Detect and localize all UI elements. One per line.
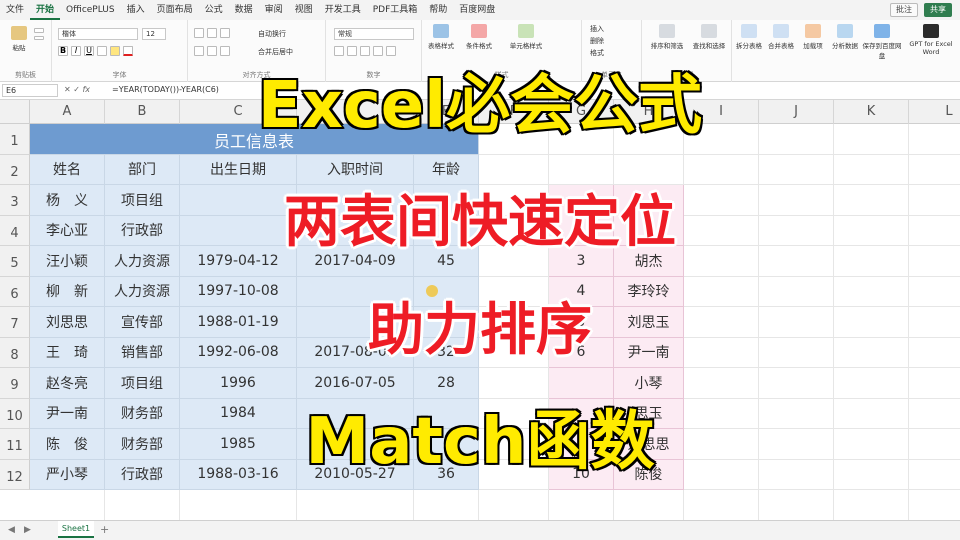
overlay-subtitle-2: 助力排序 — [368, 298, 592, 363]
increase-decimal-icon[interactable] — [373, 46, 383, 56]
menu-item-11[interactable]: 帮助 — [423, 0, 453, 20]
menu-item-0[interactable]: 文件 — [0, 0, 30, 20]
find-select-icon — [701, 24, 717, 38]
format-cells-button[interactable]: 格式 — [590, 48, 604, 58]
paste-button[interactable]: 粘贴 — [4, 26, 34, 52]
wrap-text-button[interactable]: 自动换行 — [258, 29, 286, 39]
table-style-icon — [433, 24, 449, 38]
cell-style-icon — [518, 24, 534, 38]
analyze-data-icon — [837, 24, 853, 38]
side-table-cell[interactable] — [549, 368, 614, 399]
table-data-cell[interactable]: 28 — [414, 368, 479, 399]
tab-next-icon[interactable]: ▶ — [24, 525, 31, 535]
menu-item-10[interactable]: PDF工具箱 — [367, 0, 424, 20]
overlay-title: Excel必会公式 — [256, 68, 703, 145]
merge-center-button[interactable]: 合并后居中 — [258, 47, 293, 57]
table-header-cell[interactable]: 姓名 — [30, 154, 105, 185]
percent-icon[interactable] — [347, 46, 357, 56]
menu-item-1[interactable]: 开始 — [30, 0, 61, 20]
menu-item-7[interactable]: 审阅 — [259, 0, 289, 20]
split-table-icon — [741, 24, 757, 38]
mouse-cursor-icon — [426, 284, 438, 297]
table-header-cell[interactable]: 出生日期 — [180, 154, 297, 185]
menu-item-8[interactable]: 视图 — [289, 0, 319, 20]
number-format-select[interactable]: 常规 — [334, 28, 414, 40]
paste-icon — [11, 26, 27, 40]
menu-item-3[interactable]: 插入 — [121, 0, 151, 20]
font-style-tools: B I U — [58, 46, 133, 58]
align-left-icon[interactable] — [194, 46, 204, 56]
menu-item-6[interactable]: 数据 — [229, 0, 259, 20]
table-header-cell[interactable]: 年龄 — [414, 154, 479, 185]
cloud-icon — [874, 24, 890, 38]
align-center-icon[interactable] — [207, 46, 217, 56]
number-format-tools — [334, 46, 396, 58]
merge-table-icon — [773, 24, 789, 38]
sort-filter-icon — [659, 24, 675, 38]
border-icon[interactable] — [97, 46, 107, 56]
menu-item-12[interactable]: 百度网盘 — [453, 0, 501, 20]
italic-icon[interactable]: I — [71, 46, 81, 56]
table-data-cell[interactable]: 赵冬亮 — [30, 368, 105, 399]
gpt-icon — [923, 24, 939, 38]
sort-filter-button[interactable]: 排序和筛选 — [648, 24, 686, 50]
addins-button[interactable]: 加载项 — [798, 24, 828, 50]
overlay-function-name: Match函数 — [304, 404, 656, 481]
menu-item-9[interactable]: 开发工具 — [319, 0, 367, 20]
conditional-format-icon — [471, 24, 487, 38]
horizontal-align-tools — [194, 46, 230, 58]
analyze-data-button[interactable]: 分析数据 — [830, 24, 860, 50]
menu-item-2[interactable]: OfficePLUS — [60, 0, 121, 20]
align-top-icon[interactable] — [194, 28, 204, 38]
split-table-button[interactable]: 拆分表格 — [734, 24, 764, 50]
align-middle-icon[interactable] — [207, 28, 217, 38]
copy-icon[interactable] — [34, 35, 44, 40]
currency-icon[interactable] — [334, 46, 344, 56]
merge-table-button[interactable]: 合并表格 — [766, 24, 796, 50]
font-name-select[interactable]: 楷体 — [58, 28, 138, 40]
table-header-cell[interactable]: 入职时间 — [297, 154, 414, 185]
table-header-cell[interactable]: 部门 — [105, 154, 180, 185]
cell-style-button[interactable]: 单元格样式 — [506, 24, 546, 50]
comma-icon[interactable] — [360, 46, 370, 56]
clipboard-mini-tools — [34, 28, 44, 40]
decrease-decimal-icon[interactable] — [386, 46, 396, 56]
comment-button[interactable]: 批注 — [890, 3, 918, 17]
insert-cells-button[interactable]: 插入 — [590, 24, 604, 34]
row-header-9[interactable]: 9 — [0, 368, 30, 399]
cut-icon[interactable] — [34, 28, 44, 33]
add-sheet-button[interactable]: + — [100, 523, 109, 536]
underline-icon[interactable]: U — [84, 46, 94, 56]
menu-item-5[interactable]: 公式 — [199, 0, 229, 20]
delete-cells-button[interactable]: 删除 — [590, 36, 604, 46]
sheet-tab-sheet1[interactable]: Sheet1 — [58, 521, 94, 538]
find-select-button[interactable]: 查找和选择 — [690, 24, 728, 50]
baidu-save-button[interactable]: 保存到百度网盘 — [862, 24, 902, 60]
font-color-icon[interactable] — [123, 46, 133, 56]
row-header-2[interactable]: 2 — [0, 154, 30, 185]
addins-icon — [805, 24, 821, 38]
conditional-format-button[interactable]: 条件格式 — [464, 24, 494, 50]
bold-icon[interactable]: B — [58, 46, 68, 56]
menu-item-4[interactable]: 页面布局 — [151, 0, 199, 20]
gpt-excel-word-button[interactable]: GPT for Excel Word — [908, 24, 954, 56]
table-data-cell[interactable]: 2016-07-05 — [297, 368, 414, 399]
menu-bar: 文件 开始 OfficePLUS 插入 页面布局 公式 数据 审阅 视图 开发工具 PDF工具箱 帮助… — [0, 0, 960, 20]
font-size-select[interactable]: 12 — [142, 28, 166, 40]
overlay-subtitle-1: 两表间快速定位 — [284, 190, 676, 255]
tab-prev-icon[interactable]: ◀ — [8, 525, 15, 535]
align-bottom-icon[interactable] — [220, 28, 230, 38]
side-table-cell[interactable]: 小琴 — [614, 368, 684, 399]
share-button[interactable]: 共享 — [924, 3, 952, 17]
vertical-align-tools — [194, 28, 230, 40]
table-data-cell[interactable]: 项目组 — [105, 368, 180, 399]
align-right-icon[interactable] — [220, 46, 230, 56]
table-data-cell[interactable]: 1996 — [180, 368, 297, 399]
sheet-tab-bar: ◀ ▶ Sheet1 + — [0, 520, 960, 540]
table-style-button[interactable]: 表格样式 — [426, 24, 456, 50]
fill-color-icon[interactable] — [110, 46, 120, 56]
